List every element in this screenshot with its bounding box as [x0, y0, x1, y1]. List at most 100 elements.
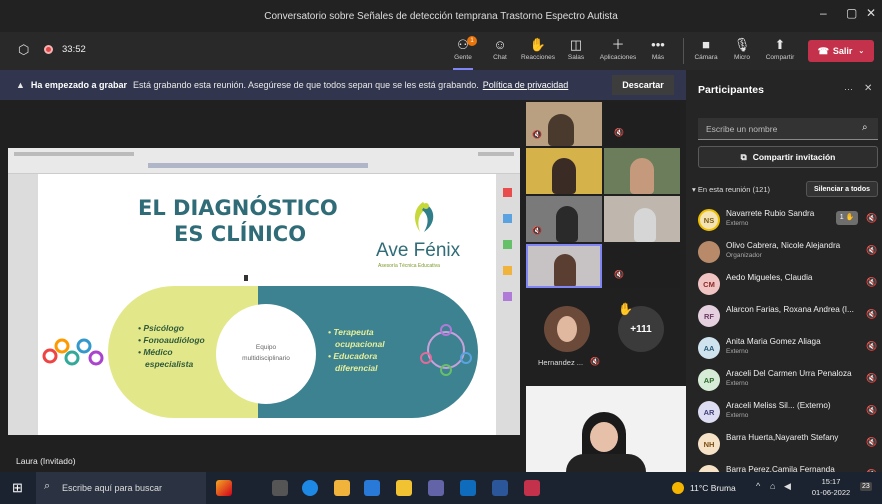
close-icon[interactable]: ✕	[864, 83, 872, 94]
mail-icon[interactable]	[364, 480, 380, 496]
participant-row[interactable]: AR Araceli Meliss Sil... (Externo) Externo…	[686, 397, 882, 427]
rooms-icon: ◫	[569, 37, 583, 52]
mute-all-button[interactable]: Silenciar a todos	[806, 181, 878, 197]
reactions-button[interactable]: ✋ Reacciones	[518, 36, 558, 61]
share-invite-button[interactable]: ⧉ Compartir invitación	[698, 146, 878, 168]
brand-subtitle: Asesoría Técnica Educativa	[378, 263, 440, 269]
participant-row[interactable]: Olivo Cabrera, Nicole Alejandra Organizad…	[686, 237, 882, 267]
window-title: Conversatorio sobre Señales de detección…	[264, 10, 618, 22]
warning-icon: ▲	[16, 80, 25, 90]
apps-button[interactable]: ＋ Aplicaciones	[596, 36, 640, 61]
raised-hand-icon: ✋	[618, 302, 633, 316]
folder-icon[interactable]	[396, 480, 412, 496]
recording-banner: ▲ Ha empezado a grabar Está grabando est…	[0, 70, 686, 100]
mic-button[interactable]: 🎙 Micro	[724, 36, 760, 61]
participant-row[interactable]: AP Araceli Del Carmen Urra Penaloza Extern…	[686, 365, 882, 395]
participant-row[interactable]: CM Aedo Migueles, Claudia 🔇	[686, 269, 882, 299]
more-button[interactable]: ••• Más	[640, 36, 676, 61]
slide-title-line1: EL DIAGNÓSTICO	[138, 196, 338, 220]
tray-chevron-icon[interactable]: ^	[756, 481, 760, 491]
mic-off-icon: 🔇	[532, 130, 542, 139]
acrobat-icon[interactable]	[524, 480, 540, 496]
minimize-icon[interactable]: –	[820, 6, 827, 20]
slide: EL DIAGNÓSTICO ES CLÍNICO Ave Fénix Ases…	[38, 174, 496, 435]
participant-name: Anita Maria Gomez Aliaga	[726, 337, 821, 346]
search-icon: ⌕	[862, 122, 868, 133]
news-icon[interactable]	[216, 480, 232, 496]
hernandez-label: Hernandez ...	[538, 358, 584, 367]
volume-icon[interactable]: ◀	[784, 481, 791, 492]
participant-role: Externo	[726, 380, 749, 387]
outlook-icon[interactable]	[460, 480, 476, 496]
dismiss-button[interactable]: Descartar	[612, 75, 674, 95]
file-explorer-icon[interactable]	[334, 480, 350, 496]
viewer-right-tools	[496, 174, 520, 435]
close-icon[interactable]: ✕	[866, 6, 876, 20]
avatar: RF	[698, 305, 720, 327]
plus-icon: ＋	[611, 37, 625, 52]
participant-row[interactable]: AA Anita Maria Gomez Aliaga Externo 🔇	[686, 333, 882, 363]
leave-button[interactable]: ☎ Salir ⌄	[808, 40, 874, 62]
video-tile-7[interactable]	[526, 244, 602, 288]
participant-role: Externo	[726, 348, 749, 355]
participant-name: Navarrete Rubio Sandra	[726, 209, 815, 218]
camera-button[interactable]: ■ Cámara	[688, 36, 724, 61]
hernandez-avatar	[544, 306, 590, 352]
participant-name: Olivo Cabrera, Nicole Alejandra	[726, 241, 841, 250]
meeting-toolbar: ⬡ 33:52 ⚇ Gente 1 ☺ Chat ✋ Reacciones ◫ …	[0, 32, 882, 70]
edge-icon[interactable]	[302, 480, 318, 496]
windows-start-icon[interactable]: ⊞	[12, 480, 23, 496]
participant-row[interactable]: NH Barra Huerta,Nayareth Stefany 🔇	[686, 429, 882, 459]
share-icon: ⬆	[774, 37, 786, 52]
participant-role: Externo	[726, 412, 749, 419]
taskbar-search-placeholder: Escribe aquí para buscar	[62, 483, 163, 493]
avatar: NS	[698, 209, 720, 231]
people-badge: 1	[467, 36, 477, 46]
people-button[interactable]: ⚇ Gente 1	[445, 36, 481, 70]
weather-text[interactable]: 11°C Bruma	[690, 483, 736, 493]
participant-row[interactable]: NS Navarrete Rubio Sandra Externo 🔇 1 ✋	[686, 205, 882, 235]
banner-bold: Ha empezado a grabar	[30, 80, 127, 90]
center-label: Equipo multidisciplinario	[242, 344, 290, 362]
task-view-icon[interactable]	[272, 480, 288, 496]
avatar: CM	[698, 273, 720, 295]
avatar: AP	[698, 369, 720, 391]
video-tile-3[interactable]	[526, 148, 602, 194]
window-titlebar: Conversatorio sobre Señales de detección…	[0, 0, 882, 32]
banner-text: Está grabando esta reunión. Asegúrese de…	[132, 80, 479, 90]
mic-off-icon: 🔇	[866, 437, 878, 447]
video-tile-6[interactable]	[604, 196, 680, 242]
video-tile-5[interactable]: 🔇	[526, 196, 602, 242]
maximize-icon[interactable]: ▢	[846, 6, 857, 20]
recording-icon	[44, 45, 53, 54]
camera-icon: ■	[702, 37, 710, 52]
participants-panel: Participantes ··· ✕ Escribe un nombre ⌕ …	[686, 70, 882, 487]
video-tile-8[interactable]: 🔇	[604, 244, 680, 288]
privacy-link[interactable]: Política de privacidad	[483, 80, 569, 90]
more-icon[interactable]: ···	[844, 84, 853, 94]
participant-row[interactable]: RF Alarcon Farias, Roxana Andrea (I... 🔇	[686, 301, 882, 331]
team-network-icon	[418, 322, 474, 378]
share-button[interactable]: ⬆ Compartir	[760, 36, 800, 61]
rooms-button[interactable]: ◫ Salas	[558, 36, 594, 61]
word-icon[interactable]	[492, 480, 508, 496]
chat-button[interactable]: ☺ Chat	[482, 36, 518, 61]
brand-name: Ave Fénix	[376, 240, 461, 261]
taskbar-search[interactable]: ⌕ Escribe aquí para buscar	[36, 472, 206, 504]
video-tile-4[interactable]	[604, 148, 680, 194]
mic-off-icon: 🔇	[866, 373, 878, 383]
video-tile-2[interactable]: 🔇	[604, 102, 680, 146]
teams-icon[interactable]	[428, 480, 444, 496]
notification-badge[interactable]: 23	[860, 482, 872, 491]
shared-screen: EL DIAGNÓSTICO ES CLÍNICO Ave Fénix Ases…	[8, 148, 520, 435]
video-tile-1[interactable]: 🔇	[526, 102, 602, 146]
participant-name: Araceli Del Carmen Urra Penaloza	[726, 369, 852, 378]
participant-search[interactable]: Escribe un nombre ⌕	[698, 118, 878, 140]
network-icon[interactable]: ⌂	[770, 481, 775, 491]
shield-icon: ⬡	[18, 42, 30, 57]
participant-name: Alarcon Farias, Roxana Andrea (I...	[726, 305, 854, 314]
self-video	[526, 386, 686, 472]
avatar: AR	[698, 401, 720, 423]
meeting-section[interactable]: ▾ En esta reunión (121)	[692, 185, 770, 194]
clock[interactable]: 15:17 01-06-2022	[810, 477, 852, 497]
